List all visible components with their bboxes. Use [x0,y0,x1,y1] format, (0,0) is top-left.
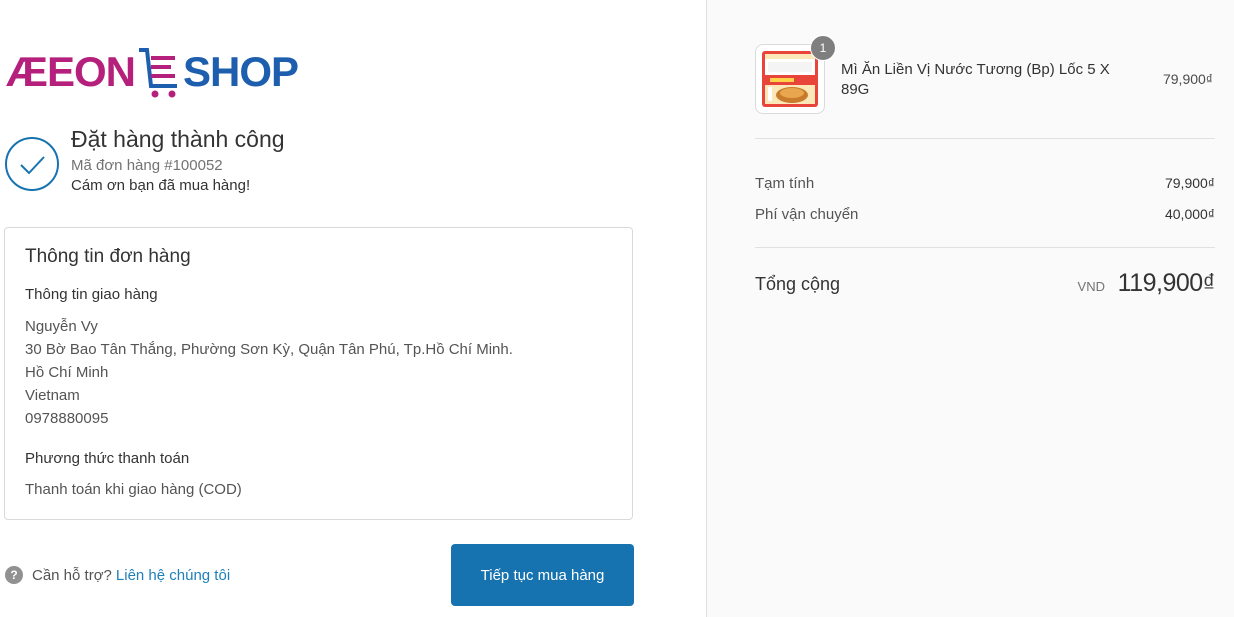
logo-shop-text: SHOP [183,48,299,95]
total-currency: VND [1077,279,1105,294]
subtotal-label: Tạm tính [755,175,815,192]
address-line-city: Hồ Chí Minh [25,364,109,381]
shipping-info-heading: Thông tin giao hàng [25,286,158,303]
shipping-fee-label: Phí vận chuyển [755,206,859,223]
product-thumbnail: 1 [755,35,836,114]
address-line-street: 30 Bờ Bao Tân Thắng, Phường Sơn Kỳ, Quận… [25,341,513,358]
thank-you-message: Cám ơn bạn đã mua hàng! [71,177,251,194]
subtotal-row: Tạm tính 79,900₫ [755,175,1215,192]
shipping-address: Nguyễn Vy 30 Bờ Bao Tân Thắng, Phường Sơ… [25,315,513,430]
product-price: 79,900₫ [1162,71,1213,87]
aeon-eshop-logo[interactable]: ÆEON SHOP [6,44,299,100]
quantity-badge: 1 [810,35,836,61]
checkout-thank-you-page: ÆEON SHOP Đặt hàng thành công Mã đơn hàn… [0,0,1234,617]
total-amount: 119,900₫ [1117,269,1216,297]
order-success-title: Đặt hàng thành công [71,126,285,152]
address-line-name: Nguyễn Vy [25,318,98,335]
order-info-box: Thông tin đơn hàng Thông tin giao hàng N… [4,227,633,520]
subtotal-value: 79,900₫ [1164,175,1215,191]
check-circle-icon [5,137,59,191]
contact-us-link[interactable]: Liên hệ chúng tôi [116,567,230,584]
help-section: ? Cần hỗ trợ? Liên hệ chúng tôi [5,566,230,584]
order-success-section: Đặt hàng thành công Mã đơn hàng #100052 … [4,126,644,206]
order-info-title: Thông tin đơn hàng [25,246,191,267]
address-line-phone: 0978880095 [25,410,109,427]
summary-divider [755,138,1215,139]
question-icon: ? [5,566,23,584]
shipping-fee-value: 40,000₫ [1164,206,1215,222]
continue-shopping-button[interactable]: Tiếp tục mua hàng [451,544,634,606]
address-line-country: Vietnam [25,387,80,404]
product-name: Mì Ăn Liền Vị Nước Tương (Bp) Lốc 5 X 89… [841,61,1110,98]
shopping-cart-logo-icon [139,48,178,98]
order-number: Mã đơn hàng #100052 [71,157,223,174]
main-content: ÆEON SHOP Đặt hàng thành công Mã đơn hàn… [0,0,706,617]
payment-method-heading: Phương thức thanh toán [25,450,190,467]
payment-method-value: Thanh toán khi giao hàng (COD) [25,481,242,498]
total-row: Tổng cộng VND 119,900₫ [755,269,1216,303]
total-divider [755,247,1215,248]
logo-aeon-text: ÆEON [6,48,136,95]
total-label: Tổng cộng [755,274,841,294]
help-text: Cần hỗ trợ? [32,566,112,584]
shipping-fee-row: Phí vận chuyển 40,000₫ [755,206,1215,223]
order-summary-sidebar: 1 Mì Ăn Liền Vị Nước Tương (Bp) Lốc 5 X … [706,0,1234,617]
